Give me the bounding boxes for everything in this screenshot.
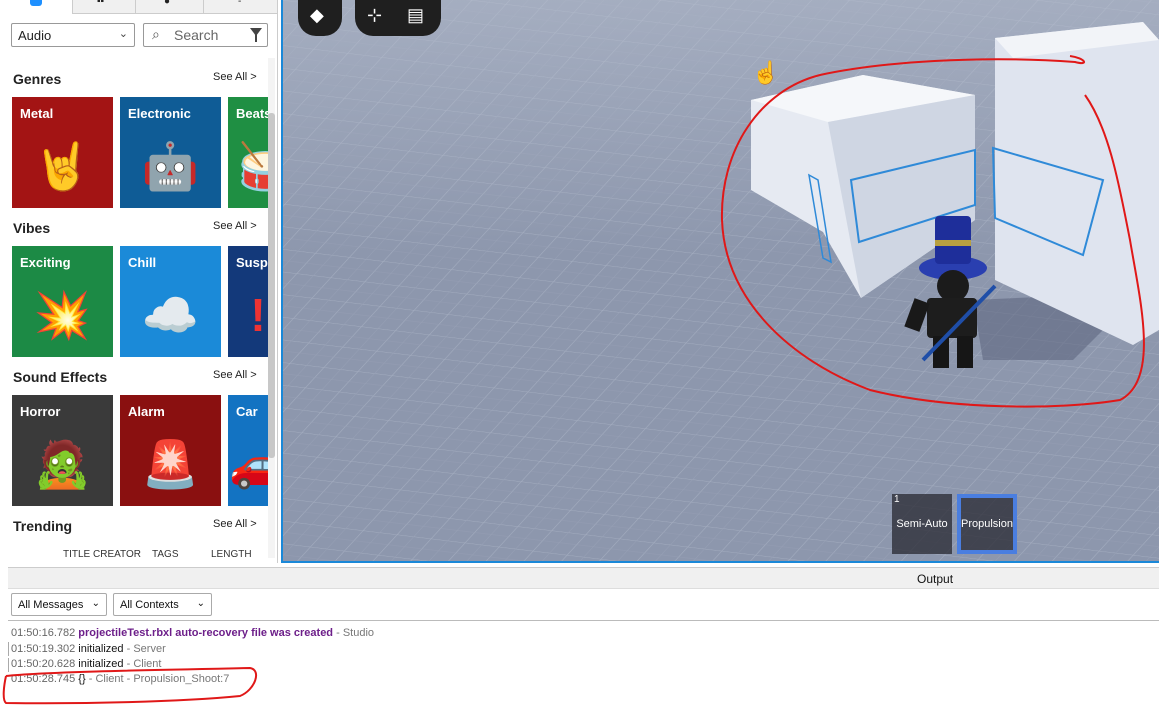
log-source: - Server [126,643,166,655]
log-message: initialized [78,643,124,655]
rock-hand-icon: 🤘 [33,139,92,192]
robot-icon: 🤖 [141,139,200,192]
column-header-title[interactable]: TITLE [63,549,90,560]
see-all-genres[interactable]: See All > [213,71,257,83]
tile-metal[interactable]: Metal 🤘 [12,97,113,208]
tile-car[interactable]: Car 🚗 [228,395,268,506]
tile-label: Alarm [128,404,165,419]
circle-icon: ● [164,0,171,7]
tab-marketplace[interactable] [0,0,73,14]
cloud-icon: ☁️ [141,288,200,341]
log-group-bar [8,658,9,672]
hotbar-slot-number: 1 [894,494,900,505]
dash-icon: - [238,0,242,7]
column-header-creator[interactable]: CREATOR [93,549,141,560]
tile-beats[interactable]: Beats 🥁 [228,97,268,208]
toolbox-panel: ▪▪ ● - Audio ⌄ ⌕ Search Genres See All >… [0,0,278,563]
see-all-vibes[interactable]: See All > [213,220,257,232]
tile-horror[interactable]: Horror 🧟 [12,395,113,506]
log-time: 01:50:19.302 [11,643,76,655]
section-title-trending: Trending [13,518,73,534]
log-message: initialized [78,658,124,670]
tab-inventory[interactable]: ▪▪ [73,0,136,14]
log-message: projectileTest.rbxl auto-recovery file w… [78,627,334,639]
hotbar-slot-label: Propulsion [961,518,1013,530]
log-line[interactable]: 01:50:20.628 initialized - Client [11,658,161,670]
tile-chill[interactable]: Chill ☁️ [120,246,221,357]
toolbox-scrollbar[interactable] [268,58,275,558]
output-title: Output [917,572,954,586]
tile-label: Horror [20,404,61,419]
top-controls: ⊹ ▤ [355,0,441,36]
see-all-trending[interactable]: See All > [213,518,257,530]
tile-label: Susp [236,255,268,270]
message-filter-value: All Messages [18,599,84,611]
context-filter-value: All Contexts [120,599,179,611]
hotbar-slot-label: Semi-Auto [896,518,948,530]
section-title-sound-effects: Sound Effects [13,369,108,385]
see-all-sound-effects[interactable]: See All > [213,369,257,381]
tile-label: Car [236,404,258,419]
log-line[interactable]: 01:50:28.745 {} - Client - Propulsion_Sh… [11,673,229,685]
output-separator [8,620,1159,621]
hotbar-slot-semi-auto[interactable]: 1 Semi-Auto [892,494,952,554]
filter-icon[interactable] [250,28,262,42]
log-time: 01:50:16.782 [11,627,76,639]
search-placeholder: Search [174,27,219,43]
category-value: Audio [18,28,52,43]
tile-exciting[interactable]: Exciting 💥 [12,246,113,357]
section-title-vibes: Vibes [13,220,51,236]
column-header-length[interactable]: LENGTH [211,549,252,560]
log-line[interactable]: 01:50:19.302 initialized - Server [11,643,166,655]
game-viewport[interactable]: ◆ ⊹ ▤ ☝ 1 Semi-Auto Propulsion [281,0,1159,563]
scrollbar-thumb[interactable] [268,113,275,458]
tile-label: Beats [236,106,268,121]
chevron-down-icon: ⌄ [91,598,100,609]
zombie-icon: 🧟 [33,437,92,490]
siren-icon: 🚨 [141,437,200,490]
grid-icon: ▪▪ [97,0,105,7]
log-source: - Studio [336,627,375,639]
tile-label: Exciting [20,255,71,270]
section-title-genres: Genres [13,71,62,87]
hotbar-slot-propulsion[interactable]: Propulsion [957,494,1017,554]
car-icon: 🚗 [229,441,268,487]
exclamation-icon: ! [250,288,266,341]
tab-recent[interactable]: ● [136,0,204,14]
category-dropdown[interactable]: Audio ⌄ [11,23,135,47]
column-header-tags[interactable]: TAGS [152,549,178,560]
tile-label: Electronic [128,106,191,121]
camera-select-icon[interactable]: ⊹ [367,5,382,26]
search-input[interactable]: ⌕ Search [143,23,268,47]
log-line[interactable]: 01:50:16.782 projectileTest.rbxl auto-re… [11,627,374,639]
toolbox-tabstrip: ▪▪ ● - [0,0,277,14]
context-filter-dropdown[interactable]: All Contexts ⌄ [113,593,212,616]
log-time: 01:50:28.745 [11,673,76,685]
log-source: - Client [126,658,162,670]
chat-icon[interactable]: ▤ [407,5,424,26]
output-header: Output [8,567,1159,589]
tile-suspense[interactable]: Susp ! [228,246,268,357]
tile-label: Chill [128,255,157,270]
log-group-bar [8,642,9,656]
message-filter-dropdown[interactable]: All Messages ⌄ [11,593,107,616]
hand-cursor-icon: ☝ [752,60,780,85]
tab-creations[interactable]: - [204,0,277,14]
tile-alarm[interactable]: Alarm 🚨 [120,395,221,506]
roblox-menu-button[interactable]: ◆ [298,0,342,36]
chevron-down-icon: ⌄ [118,28,128,40]
scene-render [283,0,1159,561]
output-panel: All Messages ⌄ All Contexts ⌄ 01:50:16.7… [8,589,1159,707]
drum-icon: 🥁 [237,143,268,189]
tile-electronic[interactable]: Electronic 🤖 [120,97,221,208]
explosion-icon: 💥 [33,288,92,341]
log-time: 01:50:20.628 [11,658,76,670]
search-icon: ⌕ [152,26,160,42]
chevron-down-icon: ⌄ [196,598,205,609]
marketplace-icon [30,0,42,6]
log-message: {} [78,673,86,685]
tile-label: Metal [20,106,54,121]
log-source: - Client - Propulsion_Shoot:7 [88,673,230,685]
roblox-logo-icon: ◆ [310,5,324,25]
